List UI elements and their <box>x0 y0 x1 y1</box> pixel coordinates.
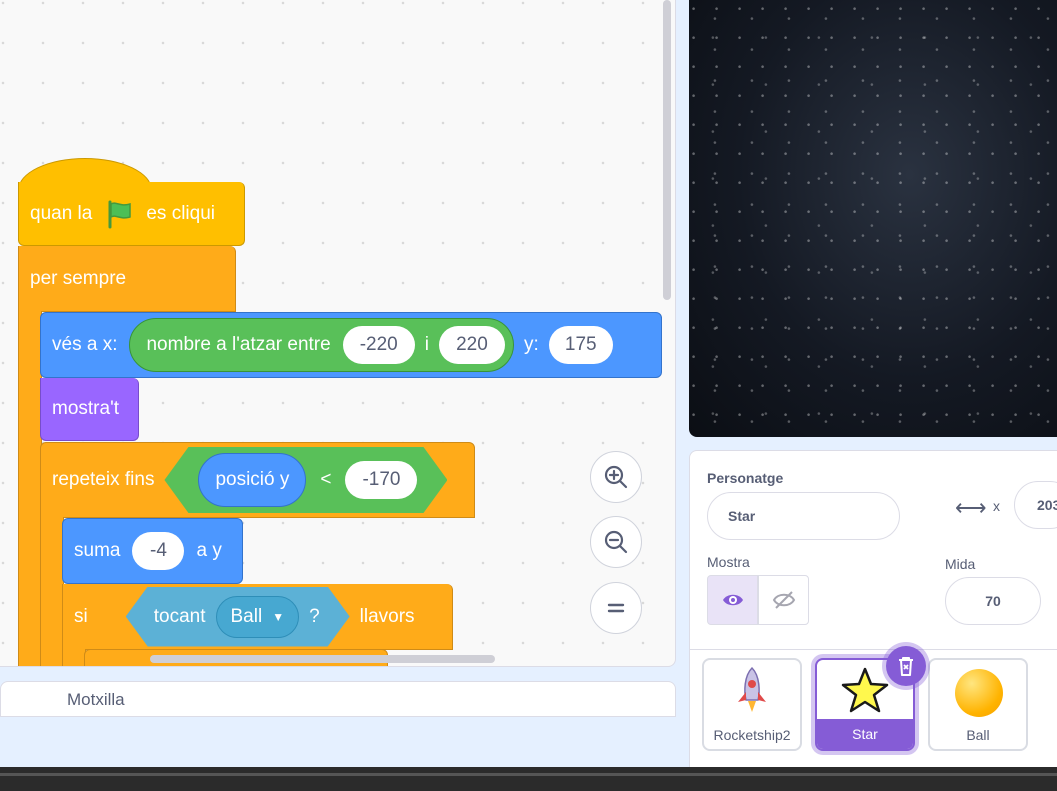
random-to-input[interactable]: 220 <box>438 326 505 364</box>
sprite-tile-ball[interactable]: Ball <box>928 658 1028 751</box>
touching-block[interactable]: tocant Ball ▼ ? <box>126 587 350 647</box>
y-position-reporter[interactable]: posició y <box>198 453 306 507</box>
random-from-input[interactable]: -220 <box>342 326 415 364</box>
taskbar-line <box>0 773 1057 776</box>
if-c-arm <box>62 649 86 666</box>
forever-block[interactable]: per sempre <box>18 246 236 312</box>
sprite-name-star: Star <box>817 719 913 749</box>
x-position-value: 203 <box>1037 497 1057 513</box>
x-label: x <box>993 498 1000 514</box>
touching-target-dropdown[interactable]: Ball ▼ <box>216 596 300 638</box>
dropdown-arrow-icon: ▼ <box>272 609 285 624</box>
goto-label: vés a x: <box>52 334 118 355</box>
trash-icon <box>899 657 913 676</box>
code-area[interactable]: quan la es cliqui per sempre vés a x: no… <box>0 0 676 667</box>
if-block[interactable]: si tocant Ball ▼ ? llavors <box>62 584 453 650</box>
zoom-in-button[interactable] <box>590 451 642 503</box>
less-than-operator[interactable]: posició y < -170 <box>164 447 447 513</box>
x-position-field[interactable]: 203 <box>1014 481 1057 529</box>
touching-label: tocant <box>153 605 206 627</box>
stage-canvas[interactable] <box>689 0 1057 437</box>
compare-value-input[interactable]: -170 <box>345 461 417 499</box>
touching-question: ? <box>309 605 320 627</box>
hat-label-after: es cliqui <box>146 202 215 224</box>
sprite-name-rocketship2: Rocketship2 <box>713 727 791 743</box>
size-value: 70 <box>985 593 1001 609</box>
if-label: si <box>74 605 88 627</box>
show-label: mostra't <box>52 398 119 419</box>
repeat-until-block[interactable]: repeteix fins posició y < -170 <box>40 442 475 518</box>
star-icon <box>841 667 889 713</box>
change-y-label: suma <box>74 540 121 561</box>
x-arrows-icon: ⟷ <box>955 495 987 520</box>
hat-label-before: quan la <box>30 202 93 224</box>
go-to-xy-block[interactable]: vés a x: nombre a l'atzar entre -220 i 2… <box>40 312 662 378</box>
change-y-block[interactable]: suma -4 a y <box>62 518 243 584</box>
show-block[interactable]: mostra't <box>40 378 139 441</box>
rocket-icon <box>738 666 766 712</box>
change-y-input[interactable]: -4 <box>132 532 185 570</box>
if-then-label: llavors <box>359 605 415 627</box>
eye-hidden-icon <box>772 591 795 609</box>
zoom-out-button[interactable] <box>590 516 642 568</box>
size-field[interactable]: 70 <box>945 577 1041 625</box>
backpack-label: Motxilla <box>67 690 125 709</box>
ball-icon <box>955 669 1003 717</box>
eye-icon <box>722 594 743 606</box>
os-taskbar <box>0 767 1057 791</box>
hide-sprite-button[interactable] <box>758 575 809 625</box>
sprite-name-ball: Ball <box>966 727 990 743</box>
goto-y-label: y: <box>523 334 539 355</box>
zoom-reset-button[interactable] <box>590 582 642 634</box>
show-label: Mostra <box>707 554 750 570</box>
repeat-until-label: repeteix fins <box>52 469 155 490</box>
zoom-in-icon <box>604 465 628 489</box>
goto-y-input[interactable]: 175 <box>548 326 613 364</box>
pick-random-reporter[interactable]: nombre a l'atzar entre -220 i 220 <box>129 318 514 372</box>
when-flag-clicked-block[interactable]: quan la es cliqui <box>18 182 245 246</box>
green-flag-icon <box>104 199 134 229</box>
size-label: Mida <box>945 556 976 572</box>
forever-c-arm <box>18 311 42 666</box>
change-y-suffix: a y <box>196 540 222 561</box>
horizontal-scrollbar[interactable] <box>150 655 495 663</box>
backpack-bar[interactable]: Motxilla <box>0 681 676 717</box>
sprite-list: Rocketship2 Star Ball <box>689 650 1057 770</box>
sprite-label: Personatge <box>707 470 784 486</box>
sprite-name-value: Star <box>728 508 756 524</box>
touching-target-value: Ball <box>230 605 263 627</box>
forever-label: per sempre <box>30 267 127 289</box>
vertical-scrollbar[interactable] <box>663 0 671 300</box>
sprite-tile-rocketship2[interactable]: Rocketship2 <box>702 658 802 751</box>
random-and-label: i <box>424 334 429 355</box>
less-than-symbol: < <box>320 469 332 490</box>
equals-icon <box>607 603 625 613</box>
delete-sprite-button[interactable] <box>886 646 926 686</box>
sprite-name-field[interactable]: Star <box>707 492 900 540</box>
show-sprite-button[interactable] <box>707 575 758 625</box>
sprite-info-panel: Personatge Star ⟷ x 203 Mostra Mida 70 <box>689 450 1057 650</box>
repeat-until-c-arm <box>40 517 64 666</box>
random-label: nombre a l'atzar entre <box>146 334 331 355</box>
zoom-out-icon <box>604 530 628 554</box>
